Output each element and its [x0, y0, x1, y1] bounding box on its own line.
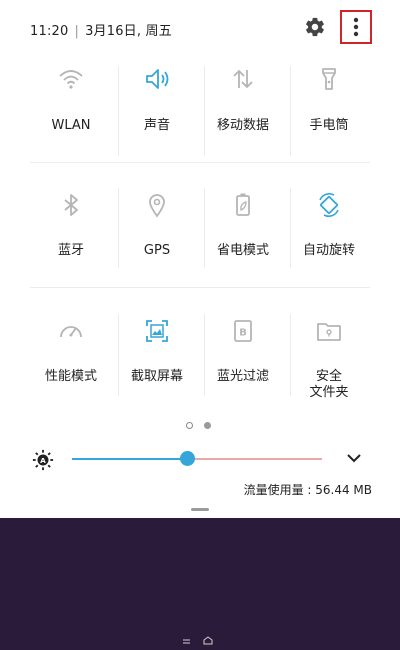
tile-label: 性能模式: [44, 369, 97, 384]
tile-label: 蓝光过滤: [216, 369, 269, 384]
sound-icon: [146, 69, 169, 89]
panel-drag-handle[interactable]: [191, 508, 209, 511]
more-vertical-icon: [353, 17, 359, 37]
tile-label: 移动数据: [216, 118, 269, 133]
tile-label: 自动旋转: [302, 243, 355, 258]
auto-rotate-icon: [319, 193, 339, 217]
brightness-slider[interactable]: [72, 451, 322, 466]
chevron-down-icon[interactable]: [346, 452, 362, 464]
status-date: 3月16日, 周五: [85, 24, 172, 39]
grid-divider: [118, 66, 119, 156]
svg-text:A: A: [40, 456, 46, 465]
navigation-hint: [182, 636, 218, 649]
data-usage-text: 流量使用量 : 56.44 MB: [243, 483, 372, 497]
performance-icon: [60, 326, 82, 338]
mobile-data-icon: [233, 69, 253, 89]
nav-bar-icon: [183, 636, 213, 645]
power-saving-icon: [236, 193, 250, 216]
grid-divider: [290, 66, 291, 156]
brightness-track: [187, 458, 322, 460]
status-time: 11:20: [30, 24, 69, 39]
grid-divider: [30, 162, 370, 163]
tile-label: WLAN: [51, 118, 91, 133]
location-icon: [149, 194, 165, 218]
blue-light-filter-icon: B: [234, 320, 252, 342]
brightness-auto-icon[interactable]: A: [32, 449, 54, 471]
screenshot-icon: [146, 320, 168, 342]
quick-settings-panel: 11:20 | 3月16日, 周五 WLAN 声音 移动数据 手电筒 蓝牙 GP…: [0, 0, 400, 518]
status-bar: 11:20 | 3月16日, 周五: [0, 0, 400, 56]
page-dot-active: [186, 422, 193, 429]
brightness-slider-thumb[interactable]: [180, 451, 195, 466]
brightness-track-filled: [72, 458, 187, 460]
tile-label: GPS: [143, 243, 171, 258]
tile-label: 声音: [143, 118, 170, 133]
tile-label: 蓝牙: [57, 243, 84, 258]
settings-gear-icon[interactable]: [304, 16, 326, 38]
tile-label: 手电筒: [309, 118, 349, 133]
grid-divider: [204, 66, 205, 156]
status-text: 11:20 | 3月16日, 周五: [30, 24, 172, 39]
grid-divider: [30, 287, 370, 288]
tile-label: 省电模式: [216, 243, 269, 258]
svg-text:B: B: [239, 328, 247, 339]
flashlight-icon: [322, 68, 336, 90]
tile-label: 安全 文件夹: [309, 369, 349, 400]
wifi-icon: [59, 70, 83, 89]
more-options-button[interactable]: [340, 10, 372, 44]
page-dot[interactable]: [204, 422, 211, 429]
bluetooth-icon: [64, 194, 78, 216]
tile-label: 截取屏幕: [130, 369, 183, 384]
secure-folder-icon: [317, 323, 341, 341]
